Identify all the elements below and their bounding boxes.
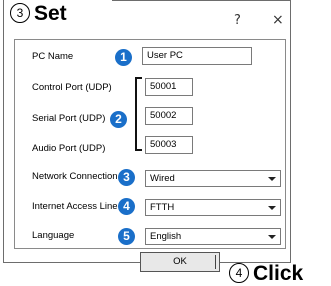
audio-port-label: Audio Port (UDP) — [32, 143, 106, 154]
internet-access-label: Internet Access Line — [32, 201, 118, 212]
internet-access-select[interactable]: FTTH — [145, 199, 281, 216]
help-button[interactable]: ? — [234, 13, 241, 28]
settings-dialog: ? × PC Name 1 User PC Control Port (UDP)… — [3, 0, 291, 263]
ok-button-label: OK — [173, 256, 187, 267]
control-port-input[interactable]: 50001 — [145, 78, 193, 96]
step-1-badge: 1 — [115, 49, 132, 66]
network-connection-label: Network Connection — [32, 171, 118, 182]
network-connection-select[interactable]: Wired — [145, 170, 281, 187]
chevron-down-icon[interactable] — [268, 206, 276, 210]
close-button[interactable]: × — [272, 12, 284, 28]
chevron-down-icon[interactable] — [268, 177, 276, 181]
step3-callout: 3 Set — [10, 2, 67, 26]
step-3-badge: 3 — [118, 169, 135, 186]
network-connection-value: Wired — [150, 173, 175, 184]
step4-text: Click — [253, 262, 304, 285]
language-label: Language — [32, 230, 75, 241]
serial-port-label: Serial Port (UDP) — [32, 113, 106, 124]
step-5-badge: 5 — [118, 228, 135, 245]
language-value: English — [150, 231, 182, 242]
step4-callout: 4 Click — [229, 262, 303, 286]
chevron-down-icon[interactable] — [268, 235, 276, 239]
ok-button[interactable]: OK — [140, 252, 220, 272]
pc-name-label: PC Name — [32, 51, 74, 62]
control-port-label: Control Port (UDP) — [32, 82, 112, 93]
step-2-badge: 2 — [110, 111, 127, 128]
step3-text: Set — [34, 2, 67, 25]
language-select[interactable]: English — [145, 228, 281, 245]
serial-port-input[interactable]: 50002 — [145, 107, 193, 125]
audio-port-input[interactable]: 50003 — [145, 136, 193, 154]
step3-number: 3 — [10, 3, 30, 23]
internet-access-value: FTTH — [150, 202, 175, 213]
step-4-badge: 4 — [118, 198, 135, 215]
pc-name-input[interactable]: User PC — [142, 47, 252, 65]
step4-number: 4 — [229, 263, 249, 283]
ports-bracket — [135, 77, 142, 151]
